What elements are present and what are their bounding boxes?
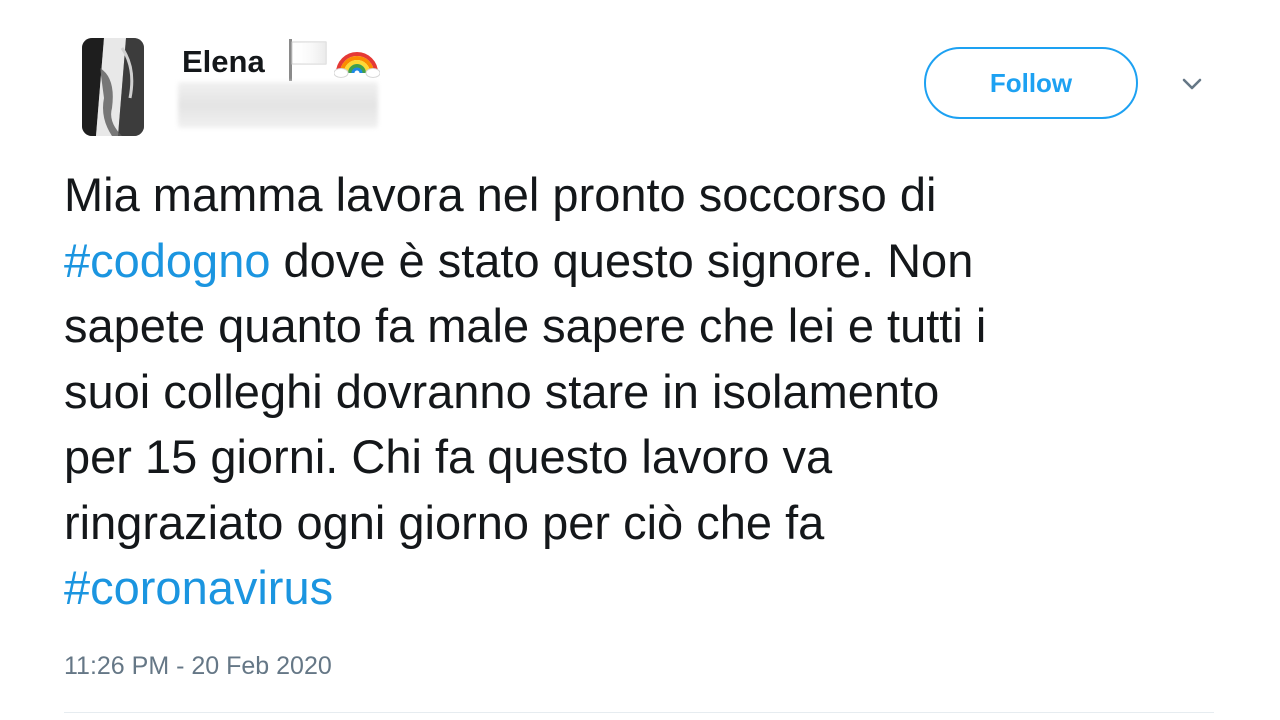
rainbow-icon xyxy=(334,52,380,78)
tweet-text-line: sapete quanto fa male sapere che lei e t… xyxy=(64,293,1224,359)
tweet-text-segment: dove è stato questo signore. Non xyxy=(270,233,974,287)
user-handle-redacted xyxy=(178,82,378,128)
tweet-text-line: ringraziato ogni giorno per ciò che fa xyxy=(64,490,1224,556)
tweet-text-line: #codogno dove è stato questo signore. No… xyxy=(64,228,1224,294)
avatar[interactable] xyxy=(82,38,144,136)
tweet-text-segment: Mia mamma lavora nel pronto soccorso di xyxy=(64,168,937,221)
follow-button[interactable]: Follow xyxy=(924,47,1138,119)
tweet-text-segment: per 15 giorni. Chi fa questo lavoro va xyxy=(64,430,833,483)
user-name[interactable]: Elena xyxy=(182,40,265,84)
tweet-timestamp[interactable]: 11:26 PM - 20 Feb 2020 xyxy=(64,648,332,684)
hashtag-link[interactable]: #codogno xyxy=(64,234,270,287)
name-emojis xyxy=(286,36,380,82)
tweet-text-line: Mia mamma lavora nel pronto soccorso di xyxy=(64,162,1224,228)
white-flag-icon xyxy=(289,39,327,81)
tweet-card: Elena Follow Mia mamma lavora nel pronto… xyxy=(0,0,1280,720)
avatar-image xyxy=(82,38,144,136)
tweet-text-line: suoi colleghi dovranno stare in isolamen… xyxy=(64,359,1224,425)
chevron-down-icon[interactable] xyxy=(1176,70,1208,98)
tweet-text-segment: sapete quanto fa male sapere che lei e t… xyxy=(64,299,987,352)
tweet-text: Mia mamma lavora nel pronto soccorso di #… xyxy=(64,162,1224,621)
divider xyxy=(64,712,1214,713)
tweet-text-segment: suoi colleghi dovranno stare in isolamen… xyxy=(64,364,940,418)
tweet-text-line: per 15 giorni. Chi fa questo lavoro va xyxy=(64,424,1224,490)
hashtag-link[interactable]: #coronavirus xyxy=(64,561,333,614)
tweet-text-segment: ringraziato ogni giorno per ciò che fa xyxy=(64,495,825,549)
tweet-text-line: #coronavirus xyxy=(64,555,1224,621)
